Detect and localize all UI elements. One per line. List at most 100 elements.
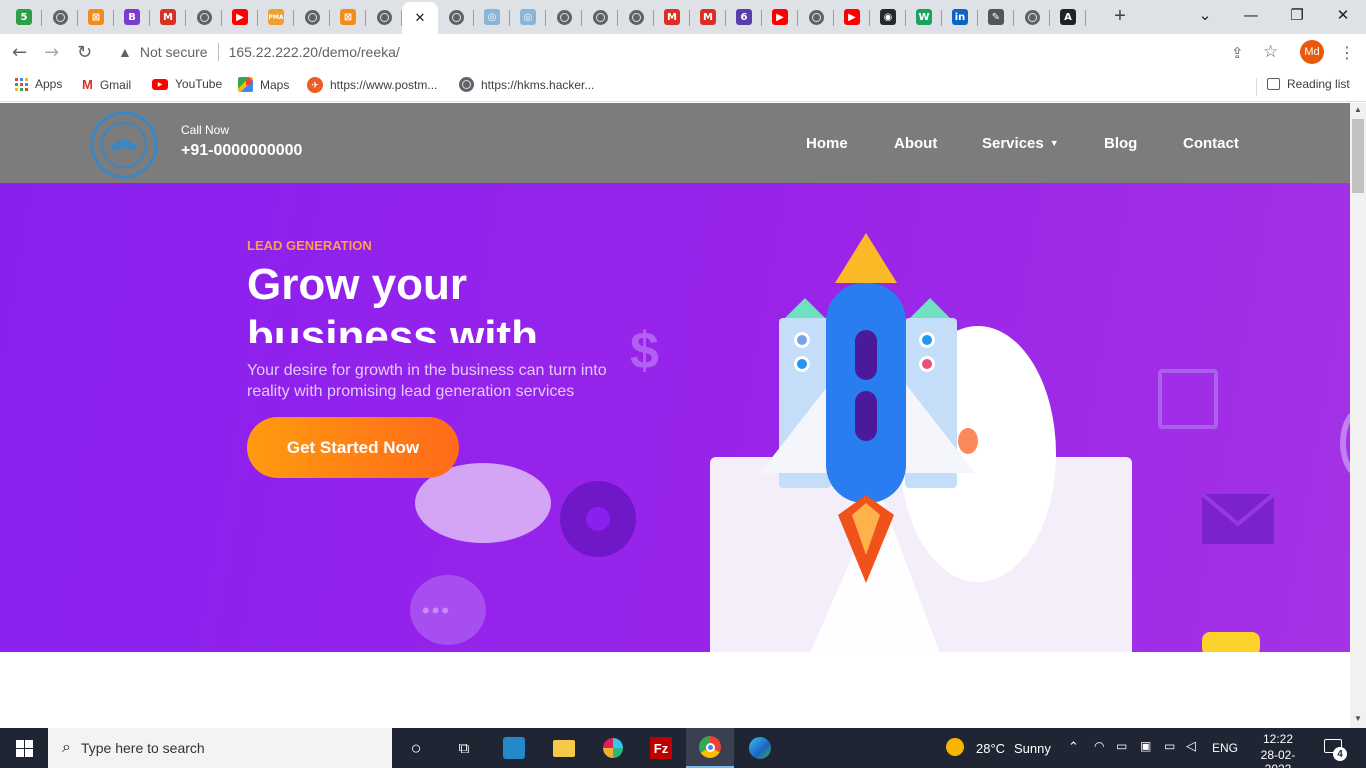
- browser-tab[interactable]: ◎: [474, 4, 510, 30]
- back-icon[interactable]: ←: [12, 42, 27, 63]
- nav-home[interactable]: Home: [806, 135, 848, 152]
- globe-icon: [448, 9, 464, 25]
- browser-tab-active[interactable]: ✕: [402, 2, 438, 34]
- browser-tab[interactable]: [366, 4, 402, 30]
- share-icon[interactable]: ⇪: [1231, 44, 1244, 62]
- browser-tab[interactable]: A: [1050, 4, 1086, 30]
- browser-tab[interactable]: [438, 4, 474, 30]
- url-text[interactable]: 165.22.222.20/demo/reeka/: [229, 44, 400, 60]
- browser-tab[interactable]: ▶: [222, 4, 258, 30]
- bootstrap-icon: B: [124, 9, 140, 25]
- filezilla-icon[interactable]: Fz: [637, 728, 685, 768]
- reading-list-button[interactable]: Reading list: [1267, 77, 1350, 91]
- restore-icon[interactable]: ❐: [1274, 0, 1320, 30]
- not-secure-label[interactable]: Not secure: [140, 44, 208, 60]
- meet-now-icon[interactable]: ▭: [1116, 739, 1127, 753]
- hero-subtitle-line1: Your desire for growth in the business c…: [247, 362, 607, 379]
- windows-start-icon[interactable]: [0, 728, 48, 768]
- bookmark-postman[interactable]: ✈ https://www.postm...: [307, 77, 437, 93]
- divider: [1256, 78, 1257, 96]
- scroll-down-icon[interactable]: ▼: [1354, 714, 1362, 723]
- nav-services[interactable]: Services ▼: [982, 135, 1059, 152]
- nav-blog[interactable]: Blog: [1104, 135, 1137, 152]
- slack-icon[interactable]: [589, 728, 637, 768]
- phone-number[interactable]: +91-0000000000: [181, 142, 302, 160]
- browser-tab[interactable]: in: [942, 4, 978, 30]
- browser-tab[interactable]: [798, 4, 834, 30]
- browser-tab[interactable]: M: [150, 4, 186, 30]
- browser-tab[interactable]: ◎: [510, 4, 546, 30]
- page-scrollbar[interactable]: ▲ ▼: [1350, 103, 1366, 728]
- reload-icon[interactable]: ↻: [77, 42, 92, 63]
- language-indicator[interactable]: ENG: [1212, 741, 1238, 755]
- browser-tab[interactable]: 6: [726, 4, 762, 30]
- bookmark-hkms[interactable]: https://hkms.hacker...: [459, 77, 594, 92]
- browser-tab[interactable]: [42, 4, 78, 30]
- browser-tab[interactable]: [294, 4, 330, 30]
- nav-services-label: Services: [982, 135, 1044, 152]
- bookmark-youtube[interactable]: ▶ YouTube: [152, 77, 222, 91]
- browser-tab[interactable]: ◉: [870, 4, 906, 30]
- site-logo[interactable]: PA: [90, 111, 158, 179]
- nav-about[interactable]: About: [894, 135, 937, 152]
- taskbar-search[interactable]: ⌕ Type here to search: [48, 728, 392, 768]
- globe-icon: [196, 9, 212, 25]
- battery-icon[interactable]: ▭: [1164, 739, 1175, 753]
- hero-subtitle: Your desire for growth in the business c…: [247, 360, 607, 402]
- globe-icon: [304, 9, 320, 25]
- weather-temp[interactable]: 28°C: [976, 741, 1005, 756]
- bookmark-gmail[interactable]: M Gmail: [82, 77, 131, 92]
- browser-tab[interactable]: [1014, 4, 1050, 30]
- nav-contact[interactable]: Contact: [1183, 135, 1239, 152]
- browser-tab[interactable]: M: [654, 4, 690, 30]
- browser-tab[interactable]: ✎: [978, 4, 1014, 30]
- tab-search-icon[interactable]: ⌄: [1182, 0, 1228, 30]
- new-tab-button[interactable]: +: [1109, 5, 1131, 27]
- browser-tab[interactable]: B: [114, 4, 150, 30]
- web-page: PA Call Now +91-0000000000 Home About Se…: [0, 103, 1350, 728]
- reading-list-label: Reading list: [1287, 77, 1350, 91]
- hero-title-line2: business with: [247, 312, 538, 343]
- browser-tab[interactable]: ⊠: [330, 4, 366, 30]
- tray-expand-icon[interactable]: ⌃: [1068, 739, 1079, 755]
- browser-tab[interactable]: ▶: [834, 4, 870, 30]
- task-view-icon[interactable]: ⧉: [440, 728, 488, 768]
- browser-tab[interactable]: W: [906, 4, 942, 30]
- browser-tab[interactable]: [618, 4, 654, 30]
- camera-icon[interactable]: ▣: [1140, 739, 1151, 753]
- scroll-up-icon[interactable]: ▲: [1354, 105, 1362, 114]
- bookmarks-bar: Apps M Gmail ▶ YouTube Maps ✈ https://ww…: [0, 70, 1366, 102]
- scrollbar-thumb[interactable]: [1352, 119, 1364, 193]
- volume-icon[interactable]: ◁: [1186, 738, 1196, 754]
- bookmark-apps[interactable]: Apps: [15, 77, 62, 91]
- file-explorer-icon[interactable]: [540, 728, 588, 768]
- youtube-icon: ▶: [772, 9, 788, 25]
- browser-tab[interactable]: ▶: [762, 4, 798, 30]
- profile-avatar[interactable]: Md: [1300, 40, 1324, 64]
- menu-kebab-icon[interactable]: ⋮: [1339, 43, 1355, 62]
- browser-tab[interactable]: M: [690, 4, 726, 30]
- forward-icon[interactable]: →: [44, 42, 59, 63]
- get-started-button[interactable]: Get Started Now: [247, 417, 459, 478]
- bookmark-star-icon[interactable]: ☆: [1263, 42, 1278, 62]
- browser-tab[interactable]: [186, 4, 222, 30]
- chrome-icon[interactable]: [686, 728, 734, 768]
- browser-tab[interactable]: PMA: [258, 4, 294, 30]
- omnibox[interactable]: ▲ Not secure 165.22.222.20/demo/reeka/: [108, 37, 1293, 67]
- minimize-icon[interactable]: —: [1228, 0, 1274, 30]
- browser-tab[interactable]: ⊠: [78, 4, 114, 30]
- network-icon[interactable]: ◠: [1094, 739, 1104, 753]
- edge-icon[interactable]: [736, 728, 784, 768]
- browser-tab[interactable]: [582, 4, 618, 30]
- call-now-label: Call Now: [181, 123, 230, 137]
- close-icon[interactable]: ✕: [415, 11, 426, 26]
- bookmark-maps[interactable]: Maps: [238, 77, 289, 92]
- window-close-icon[interactable]: ✕: [1320, 0, 1366, 30]
- weather-desc[interactable]: Sunny: [1014, 741, 1051, 756]
- globe-icon: [376, 9, 392, 25]
- cortana-icon[interactable]: ○: [392, 728, 440, 768]
- browser-tab[interactable]: 5: [6, 4, 42, 30]
- vscode-icon[interactable]: [490, 728, 538, 768]
- browser-tab[interactable]: [546, 4, 582, 30]
- clock[interactable]: 12:22 28-02-2022: [1248, 732, 1308, 776]
